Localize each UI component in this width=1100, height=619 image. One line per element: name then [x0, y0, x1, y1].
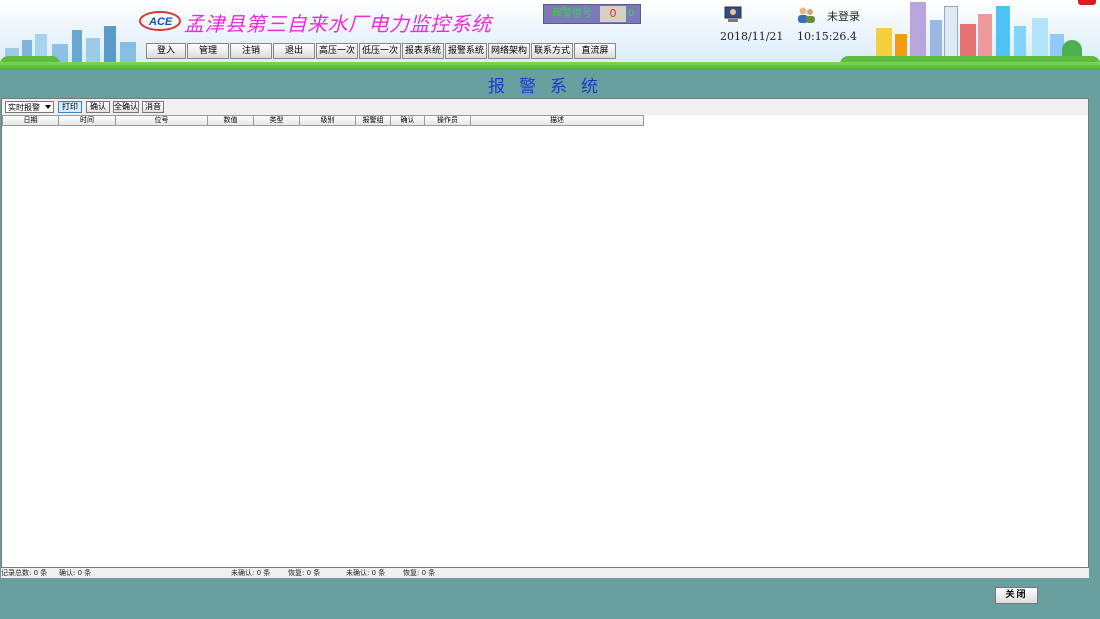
- current-time: 10:15:26.4: [797, 30, 857, 43]
- header-banner: ACE 孟津县第三自来水厂电力监控系统 報警信号 0 0 未登录 2018/11…: [0, 0, 1100, 70]
- alarm-type-select[interactable]: 实时报警: [5, 101, 54, 113]
- mute-button[interactable]: 消音: [142, 101, 164, 113]
- ace-logo: ACE: [139, 11, 181, 31]
- logo-text: ACE: [148, 16, 173, 28]
- menu-login[interactable]: 登入: [146, 43, 186, 59]
- menu-contact[interactable]: 联系方式: [531, 43, 573, 59]
- alarm-status-button[interactable]: 0: [628, 7, 638, 21]
- menu-logout[interactable]: 注销: [230, 43, 272, 59]
- footer-total: 记录总数: 0 条: [1, 569, 48, 577]
- window-close-indicator[interactable]: [1078, 0, 1096, 5]
- users-icon[interactable]: [795, 6, 817, 24]
- alarm-footer: 记录总数: 0 条 确认: 0 条 未确认: 0 条 恢复: 0 条 未确认: …: [1, 568, 1089, 578]
- alarm-table-header: 日期 时间 位号 数值 类型 级别 报警组 确认 操作员 描述: [2, 115, 644, 126]
- menu-hv-primary[interactable]: 高压一次: [316, 43, 358, 59]
- alarm-table-body[interactable]: [2, 127, 1088, 567]
- print-button[interactable]: 打印: [58, 101, 82, 113]
- alarm-count: 0: [600, 6, 626, 22]
- city-skyline-left: [0, 19, 150, 64]
- col-value[interactable]: 数值: [208, 115, 254, 126]
- col-type[interactable]: 类型: [254, 115, 300, 126]
- col-date[interactable]: 日期: [2, 115, 59, 126]
- close-button[interactable]: 关闭: [995, 587, 1038, 604]
- main-menu: 登入 管理 注销 退出 高压一次 低压一次 报表系统 报警系统 网络架构 联系方…: [146, 43, 617, 59]
- footer-recovered-1: 恢复: 0 条: [288, 569, 321, 577]
- alarm-panel: 实时报警 打印 确认 全确认 消音 日期 时间 位号 数值 类型 级别 报警组 …: [1, 98, 1089, 568]
- footer-unconfirmed-2: 未确认: 0 条: [346, 569, 386, 577]
- current-date: 2018/11/21: [720, 30, 784, 43]
- menu-exit[interactable]: 退出: [273, 43, 315, 59]
- footer-unconfirmed-1: 未确认: 0 条: [231, 569, 271, 577]
- page-title: 报警系统: [488, 77, 612, 97]
- menu-network[interactable]: 网络架构: [488, 43, 530, 59]
- col-level[interactable]: 级别: [300, 115, 356, 126]
- alarm-toolbar: 实时报警 打印 确认 全确认 消音: [2, 99, 1088, 115]
- grass-strip: [0, 62, 1100, 70]
- col-operator[interactable]: 操作员: [425, 115, 471, 126]
- menu-alarm-system[interactable]: 报警系统: [445, 43, 487, 59]
- col-time[interactable]: 时间: [59, 115, 116, 126]
- menu-manage[interactable]: 管理: [187, 43, 229, 59]
- footer-recovered-2: 恢复: 0 条: [403, 569, 436, 577]
- confirm-button[interactable]: 确认: [86, 101, 110, 113]
- menu-dc-panel[interactable]: 直流屏: [574, 43, 616, 59]
- login-status: 未登录: [827, 10, 860, 23]
- col-description[interactable]: 描述: [471, 115, 644, 126]
- monitor-user-icon[interactable]: [722, 6, 744, 24]
- city-skyline-right: [840, 0, 1100, 64]
- confirm-all-button[interactable]: 全确认: [113, 101, 139, 113]
- chevron-down-icon: [45, 105, 51, 109]
- col-confirm[interactable]: 确认: [391, 115, 425, 126]
- col-alarm-group[interactable]: 报警组: [356, 115, 391, 126]
- alarm-type-value: 实时报警: [8, 103, 40, 112]
- alarm-status-box: 報警信号 0 0: [543, 4, 641, 24]
- footer-confirmed: 确认: 0 条: [59, 569, 92, 577]
- col-tag[interactable]: 位号: [116, 115, 208, 126]
- menu-report-system[interactable]: 报表系统: [402, 43, 444, 59]
- menu-lv-primary[interactable]: 低压一次: [359, 43, 401, 59]
- app-title: 孟津县第三自来水厂电力监控系统: [184, 12, 492, 36]
- alarm-status-label: 報警信号: [552, 8, 592, 19]
